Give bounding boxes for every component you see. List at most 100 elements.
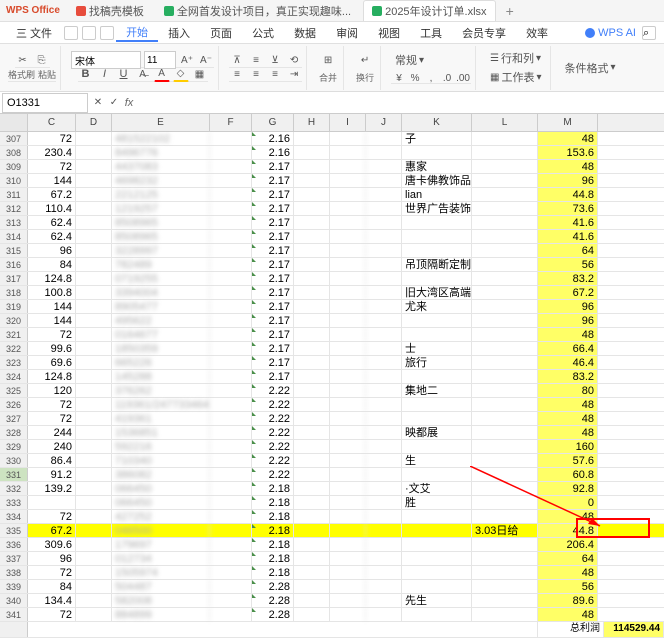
cell[interactable] [76, 146, 112, 159]
cell[interactable]: 84 [28, 580, 76, 593]
row-header[interactable]: 307 [0, 132, 28, 145]
cell[interactable] [366, 258, 402, 271]
cell[interactable] [366, 202, 402, 215]
cell[interactable]: 1850359 [112, 342, 210, 355]
cell[interactable] [294, 454, 330, 467]
cell[interactable] [210, 258, 252, 271]
cell[interactable] [294, 594, 330, 607]
row-header[interactable]: 329 [0, 440, 28, 453]
row-header[interactable]: 309 [0, 160, 28, 173]
cell[interactable]: 582008 [112, 594, 210, 607]
cell[interactable] [402, 580, 472, 593]
align-center-icon[interactable]: ≡ [248, 66, 264, 82]
cell[interactable] [210, 552, 252, 565]
cell[interactable]: 160 [538, 440, 598, 453]
cell[interactable] [472, 342, 538, 355]
cell[interactable]: 1536851 [112, 426, 210, 439]
cell[interactable] [330, 412, 366, 425]
currency-icon[interactable]: ¥ [391, 70, 407, 86]
cell[interactable] [210, 230, 252, 243]
cell[interactable] [210, 202, 252, 215]
cell[interactable]: 72 [28, 412, 76, 425]
cell[interactable] [330, 496, 366, 509]
cell[interactable]: 2.17 [252, 286, 294, 299]
cell[interactable]: 96 [28, 244, 76, 257]
bold-button[interactable]: B [78, 66, 94, 82]
cell[interactable]: 46.4 [538, 356, 598, 369]
cell[interactable]: 57.6 [538, 454, 598, 467]
cell[interactable]: 8508965 [112, 216, 210, 229]
cell[interactable] [294, 314, 330, 327]
cell[interactable] [294, 202, 330, 215]
cell[interactable] [294, 566, 330, 579]
cell[interactable] [330, 538, 366, 551]
cell[interactable] [330, 188, 366, 201]
cell[interactable] [402, 510, 472, 523]
cell[interactable] [294, 538, 330, 551]
cell[interactable]: 2.22 [252, 440, 294, 453]
cell[interactable]: 62.4 [28, 230, 76, 243]
fx-icon[interactable]: fx [122, 97, 136, 109]
confirm-icon[interactable]: ✓ [106, 95, 122, 111]
cell[interactable]: 73.6 [538, 202, 598, 215]
cell[interactable] [330, 356, 366, 369]
row-header[interactable]: 332 [0, 482, 28, 495]
cell[interactable] [472, 426, 538, 439]
cell[interactable]: lian [402, 188, 472, 201]
cell[interactable] [366, 580, 402, 593]
menu-view[interactable]: 视图 [368, 25, 410, 41]
cell[interactable]: 230.4 [28, 146, 76, 159]
cell[interactable] [330, 328, 366, 341]
col-header-D[interactable]: D [76, 114, 112, 131]
cell[interactable] [402, 398, 472, 411]
cell[interactable]: 69.6 [28, 356, 76, 369]
cell[interactable] [210, 412, 252, 425]
cell[interactable] [76, 188, 112, 201]
cell[interactable]: 72 [28, 132, 76, 145]
cell[interactable] [366, 174, 402, 187]
col-header-H[interactable]: H [294, 114, 330, 131]
border-button[interactable]: ▦ [192, 66, 208, 82]
cell[interactable] [76, 608, 112, 621]
cell[interactable] [210, 146, 252, 159]
cell[interactable] [366, 342, 402, 355]
cell[interactable] [76, 272, 112, 285]
cell[interactable] [366, 440, 402, 453]
cell[interactable] [402, 370, 472, 383]
cell[interactable]: 先生 [402, 594, 472, 607]
cell[interactable] [472, 594, 538, 607]
cell[interactable] [366, 328, 402, 341]
cell[interactable] [210, 286, 252, 299]
cell[interactable]: 2.17 [252, 216, 294, 229]
tab-active[interactable]: 2025年设计订单.xlsx [363, 0, 495, 21]
cell[interactable]: 旧大湾区高端美缝 [402, 286, 472, 299]
cell[interactable]: 2.28 [252, 580, 294, 593]
cell[interactable]: 386082 [112, 468, 210, 481]
cell[interactable]: 2.17 [252, 328, 294, 341]
cell[interactable]: 2.22 [252, 384, 294, 397]
search-icon[interactable]: ⌕ [642, 26, 656, 40]
cell[interactable] [472, 454, 538, 467]
cell[interactable] [210, 314, 252, 327]
cell[interactable]: 84 [28, 258, 76, 271]
row-header[interactable]: 341 [0, 608, 28, 621]
cell[interactable]: 48 [538, 328, 598, 341]
cell[interactable] [210, 188, 252, 201]
col-header-I[interactable]: I [330, 114, 366, 131]
cell[interactable] [366, 370, 402, 383]
cell[interactable] [472, 538, 538, 551]
cell[interactable]: 4437083 [112, 160, 210, 173]
cell[interactable]: 48 [538, 510, 598, 523]
cell[interactable] [472, 244, 538, 257]
cell[interactable]: 2.28 [252, 594, 294, 607]
cell[interactable] [294, 356, 330, 369]
cell[interactable] [472, 216, 538, 229]
cell[interactable]: 2.17 [252, 370, 294, 383]
cell[interactable] [330, 524, 366, 537]
cell[interactable] [472, 328, 538, 341]
cell[interactable] [76, 538, 112, 551]
cell[interactable] [76, 286, 112, 299]
cell[interactable] [294, 160, 330, 173]
percent-icon[interactable]: % [407, 70, 423, 86]
cell[interactable]: 0164677 [112, 328, 210, 341]
